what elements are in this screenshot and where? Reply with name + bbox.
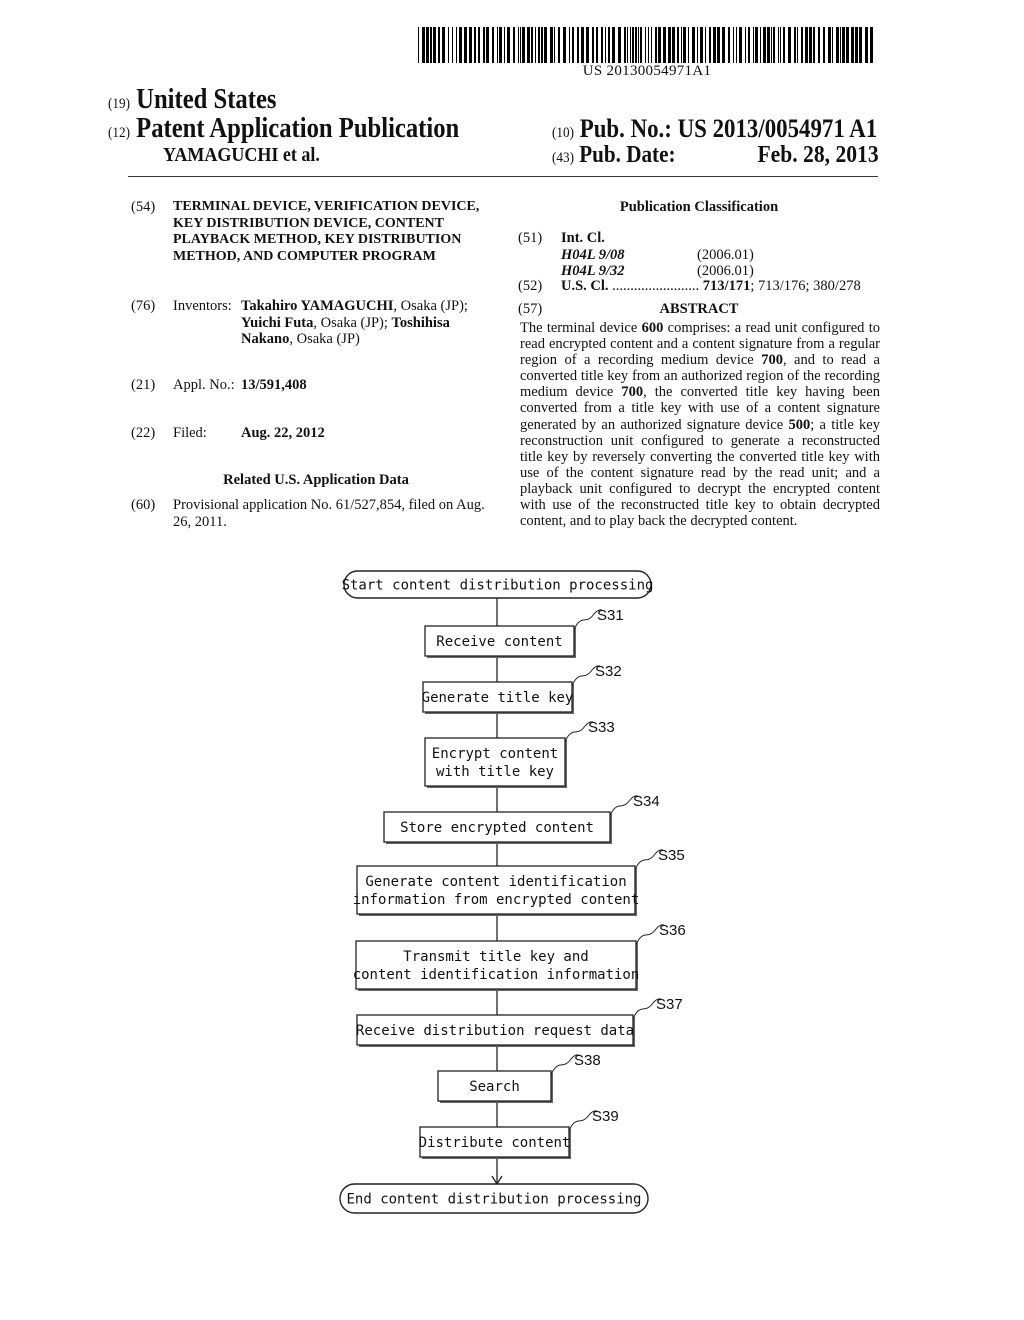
- process-step-label: Receive distribution request data: [356, 1023, 634, 1039]
- step-id-label: S31: [597, 607, 624, 624]
- step-id-label: S36: [659, 922, 686, 939]
- process-step-label: Distribute content: [419, 1135, 571, 1151]
- process-step-label: Transmit title key and: [403, 949, 588, 965]
- step-id-label: S34: [633, 793, 660, 810]
- process-step-label: Receive content: [436, 634, 562, 650]
- process-step-label: Generate content identification: [365, 874, 626, 890]
- step-id-label: S38: [574, 1052, 601, 1069]
- step-id-label: S37: [656, 996, 683, 1013]
- start-terminal-label: Start content distribution processing: [342, 578, 654, 594]
- step-id-label: S33: [588, 719, 615, 736]
- process-step-label: Generate title key: [422, 690, 574, 706]
- flowchart: Start content distribution processing End…: [339, 570, 686, 1214]
- step-id-label: S39: [592, 1108, 619, 1125]
- process-step-label: content identification information: [353, 967, 640, 983]
- step-id-label: S32: [595, 663, 622, 680]
- process-step-label: Store encrypted content: [400, 820, 594, 836]
- process-step-label: Search: [469, 1079, 520, 1095]
- process-step-label: information from encrypted content: [353, 892, 640, 908]
- step-id-label: S35: [658, 847, 685, 864]
- end-terminal-label: End content distribution processing: [346, 1192, 641, 1208]
- process-step-label: with title key: [436, 764, 554, 780]
- process-step-label: Encrypt content: [432, 746, 558, 762]
